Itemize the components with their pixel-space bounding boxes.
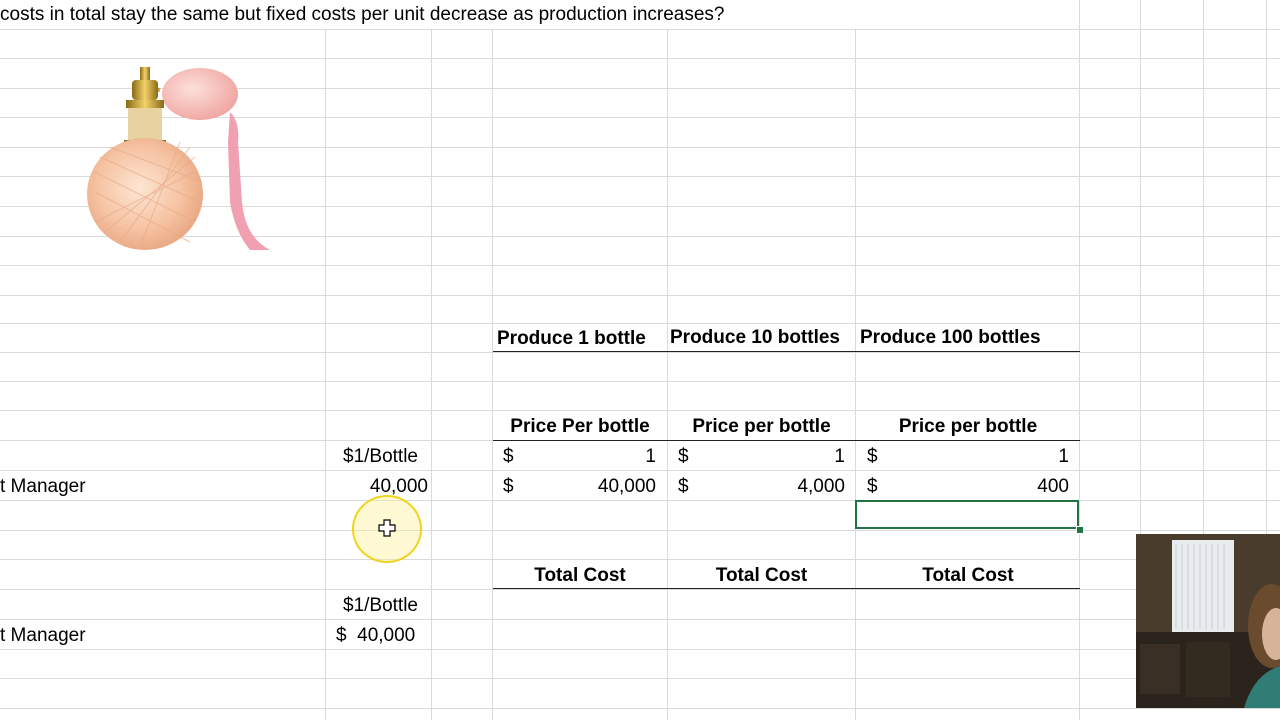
perfume-bottle-image [87, 67, 270, 250]
manager-label-2: t Manager [0, 625, 86, 646]
unit-label-2: $1/Bottle [343, 595, 418, 616]
header-underline [493, 351, 1080, 352]
total-cost-header-2: Total Cost [715, 565, 808, 586]
webcam-overlay [1136, 534, 1280, 708]
total-cost-header-3: Total Cost [922, 565, 1014, 586]
header-produce-100: Produce 100 bottles [860, 327, 1041, 348]
fill-handle[interactable] [1076, 526, 1084, 534]
total-cost-underline [493, 588, 1080, 589]
price-header-1: Price Per bottle [510, 416, 650, 437]
price-row2-col2-symbol: $ [678, 476, 689, 497]
price-row1-col3-symbol: $ [867, 446, 878, 467]
price-header-underline [493, 440, 1080, 441]
question-text: costs in total stay the same but fixed c… [0, 4, 725, 25]
price-row1-col1-symbol: $ [503, 446, 514, 467]
price-row2-col3-value: 400 [1037, 476, 1069, 497]
price-row1-col1-value: 1 [645, 446, 656, 467]
price-row2-col1-value: 40,000 [597, 476, 656, 497]
cell-select-cursor-icon [378, 519, 396, 537]
price-header-2: Price per bottle [692, 416, 831, 437]
price-header-3: Price per bottle [898, 416, 1038, 437]
manager-salary-1: 40,000 [369, 476, 428, 497]
price-row1-col2-value: 1 [834, 446, 845, 467]
header-produce-1: Produce 1 bottle [497, 328, 646, 349]
unit-label-1: $1/Bottle [343, 446, 418, 467]
selected-cell[interactable] [855, 500, 1079, 529]
price-row2-col1-symbol: $ [503, 476, 514, 497]
manager-label-1: t Manager [0, 476, 86, 497]
price-row1-col2-symbol: $ [678, 446, 689, 467]
price-row2-col3-symbol: $ [867, 476, 878, 497]
price-row1-col3-value: 1 [1058, 446, 1069, 467]
header-produce-10: Produce 10 bottles [670, 327, 840, 348]
price-row2-col2-value: 4,000 [797, 476, 845, 497]
total-cost-header-1: Total Cost [534, 565, 626, 586]
manager-salary-2: $ 40,000 [336, 625, 416, 646]
